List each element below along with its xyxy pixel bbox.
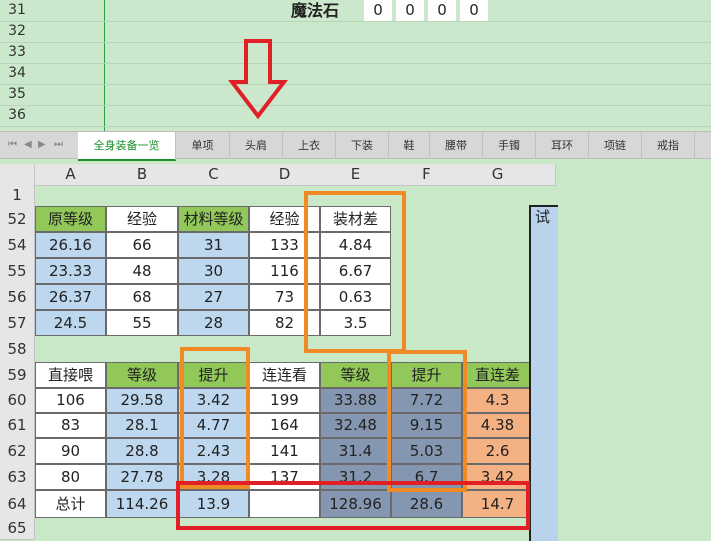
row-header[interactable]: 65 (0, 518, 35, 540)
tab-single[interactable]: 单项 (176, 132, 230, 159)
tab-top[interactable]: 上衣 (283, 132, 336, 159)
row-header[interactable]: 1 (0, 185, 35, 207)
prev-sheet-icon[interactable]: ◀ (24, 139, 32, 150)
highlight-box-material-diff (304, 191, 406, 353)
table-cell[interactable]: 27.78 (106, 464, 178, 490)
row-header[interactable]: 61 (0, 413, 35, 439)
sheet-tab-bar: ⏮ ◀ ▶ ⏭ 全身装备一览 单项 头肩 上衣 下装 鞋 腰带 手镯 耳环 项链… (0, 131, 711, 161)
header-level[interactable]: 等级 (106, 362, 178, 388)
row-header[interactable]: 59 (0, 362, 35, 389)
row-header-32[interactable]: 32 (0, 21, 34, 42)
row-header[interactable]: 63 (0, 464, 35, 491)
row-header[interactable]: 64 (0, 490, 35, 519)
table-cell[interactable]: 32.48 (320, 413, 391, 438)
header-original-level[interactable]: 原等级 (35, 206, 106, 232)
table-cell[interactable]: 23.33 (35, 258, 106, 284)
table-cell[interactable]: 83 (35, 413, 106, 438)
column-divider-line (104, 0, 105, 131)
table-cell[interactable]: 28.1 (106, 413, 178, 438)
highlight-box-increase-2 (387, 350, 467, 492)
row-header[interactable]: 52 (0, 206, 35, 233)
row-header[interactable]: 56 (0, 284, 35, 311)
row-header[interactable]: 57 (0, 310, 35, 337)
row-header-34[interactable]: 34 (0, 63, 34, 84)
header-level-2[interactable]: 等级 (320, 362, 391, 388)
magic-stone-value[interactable]: 0 (460, 0, 488, 21)
table-cell[interactable]: 2.6 (462, 438, 533, 464)
total-label[interactable]: 总计 (35, 490, 106, 518)
tab-ring[interactable]: 戒指 (642, 132, 695, 159)
column-header-d[interactable]: D (249, 164, 321, 186)
table-cell[interactable]: 29.58 (106, 388, 178, 413)
tab-necklace[interactable]: 项链 (589, 132, 642, 159)
row-header[interactable]: 58 (0, 336, 35, 363)
upper-sheet-area: 31 32 33 34 35 36 魔法石 0 0 0 0 (0, 0, 711, 131)
column-header-c[interactable]: C (178, 164, 250, 186)
table-cell[interactable]: 28 (178, 310, 249, 336)
side-table-header-fragment: 试 (535, 208, 551, 226)
last-sheet-icon[interactable]: ⏭ (54, 139, 63, 150)
table-cell[interactable]: 66 (106, 232, 178, 258)
table-cell[interactable]: 24.5 (35, 310, 106, 336)
table-cell[interactable]: 55 (106, 310, 178, 336)
table-cell[interactable]: 31 (178, 232, 249, 258)
header-exp[interactable]: 经验 (106, 206, 178, 232)
row-header-33[interactable]: 33 (0, 42, 34, 63)
table-cell[interactable]: 48 (106, 258, 178, 284)
select-all-corner[interactable] (0, 164, 35, 186)
column-header-h[interactable] (533, 164, 556, 186)
magic-stone-value[interactable]: 0 (364, 0, 392, 21)
table-cell[interactable]: 141 (249, 438, 320, 464)
table-cell[interactable]: 80 (35, 464, 106, 490)
tab-head-shoulder[interactable]: 头肩 (230, 132, 283, 159)
row-header[interactable]: 62 (0, 438, 35, 465)
row-header[interactable]: 55 (0, 258, 35, 285)
total-cell[interactable]: 114.26 (106, 490, 178, 518)
row-header[interactable]: 60 (0, 388, 35, 414)
table-cell[interactable]: 33.88 (320, 388, 391, 413)
highlight-box-increase (180, 347, 250, 489)
table-cell[interactable]: 26.37 (35, 284, 106, 310)
column-header-a[interactable]: A (35, 164, 107, 186)
down-arrow-annotation-icon (228, 39, 288, 120)
header-direct-diff[interactable]: 直连差 (462, 362, 533, 388)
table-cell[interactable]: 27 (178, 284, 249, 310)
row-header[interactable]: 54 (0, 232, 35, 259)
header-material-level[interactable]: 材料等级 (178, 206, 249, 232)
row-header-36[interactable]: 36 (0, 105, 34, 126)
table-cell[interactable]: 4.3 (462, 388, 533, 413)
table-cell[interactable]: 26.16 (35, 232, 106, 258)
table-cell[interactable]: 68 (106, 284, 178, 310)
row-header-31[interactable]: 31 (0, 0, 34, 21)
table-cell[interactable]: 31.4 (320, 438, 391, 464)
magic-stone-label[interactable]: 魔法石 (291, 0, 361, 21)
tab-bracelet[interactable]: 手镯 (483, 132, 536, 159)
column-header-b[interactable]: B (106, 164, 179, 186)
table-cell[interactable]: 30 (178, 258, 249, 284)
header-link-look[interactable]: 连连看 (249, 362, 320, 388)
tab-earring[interactable]: 耳环 (536, 132, 589, 159)
table-cell[interactable]: 106 (35, 388, 106, 413)
tab-full-equipment[interactable]: 全身装备一览 (78, 132, 176, 161)
table-cell[interactable]: 164 (249, 413, 320, 438)
highlight-box-totals (176, 481, 530, 530)
row-header-35[interactable]: 35 (0, 84, 34, 105)
next-sheet-icon[interactable]: ▶ (38, 139, 46, 150)
table-cell[interactable]: 28.8 (106, 438, 178, 464)
column-header-e[interactable]: E (320, 164, 392, 186)
column-header-g[interactable]: G (462, 164, 534, 186)
header-direct-feed[interactable]: 直接喂 (35, 362, 106, 388)
table-cell[interactable]: 199 (249, 388, 320, 413)
tab-bottom[interactable]: 下装 (336, 132, 389, 159)
tab-shoes[interactable]: 鞋 (389, 132, 430, 159)
first-sheet-icon[interactable]: ⏮ (8, 139, 17, 150)
magic-stone-value[interactable]: 0 (428, 0, 456, 21)
magic-stone-value[interactable]: 0 (396, 0, 424, 21)
table-cell[interactable]: 4.38 (462, 413, 533, 438)
column-header-f[interactable]: F (391, 164, 463, 186)
table-cell[interactable]: 90 (35, 438, 106, 464)
tab-belt[interactable]: 腰带 (430, 132, 483, 159)
side-table-edge (529, 205, 558, 541)
